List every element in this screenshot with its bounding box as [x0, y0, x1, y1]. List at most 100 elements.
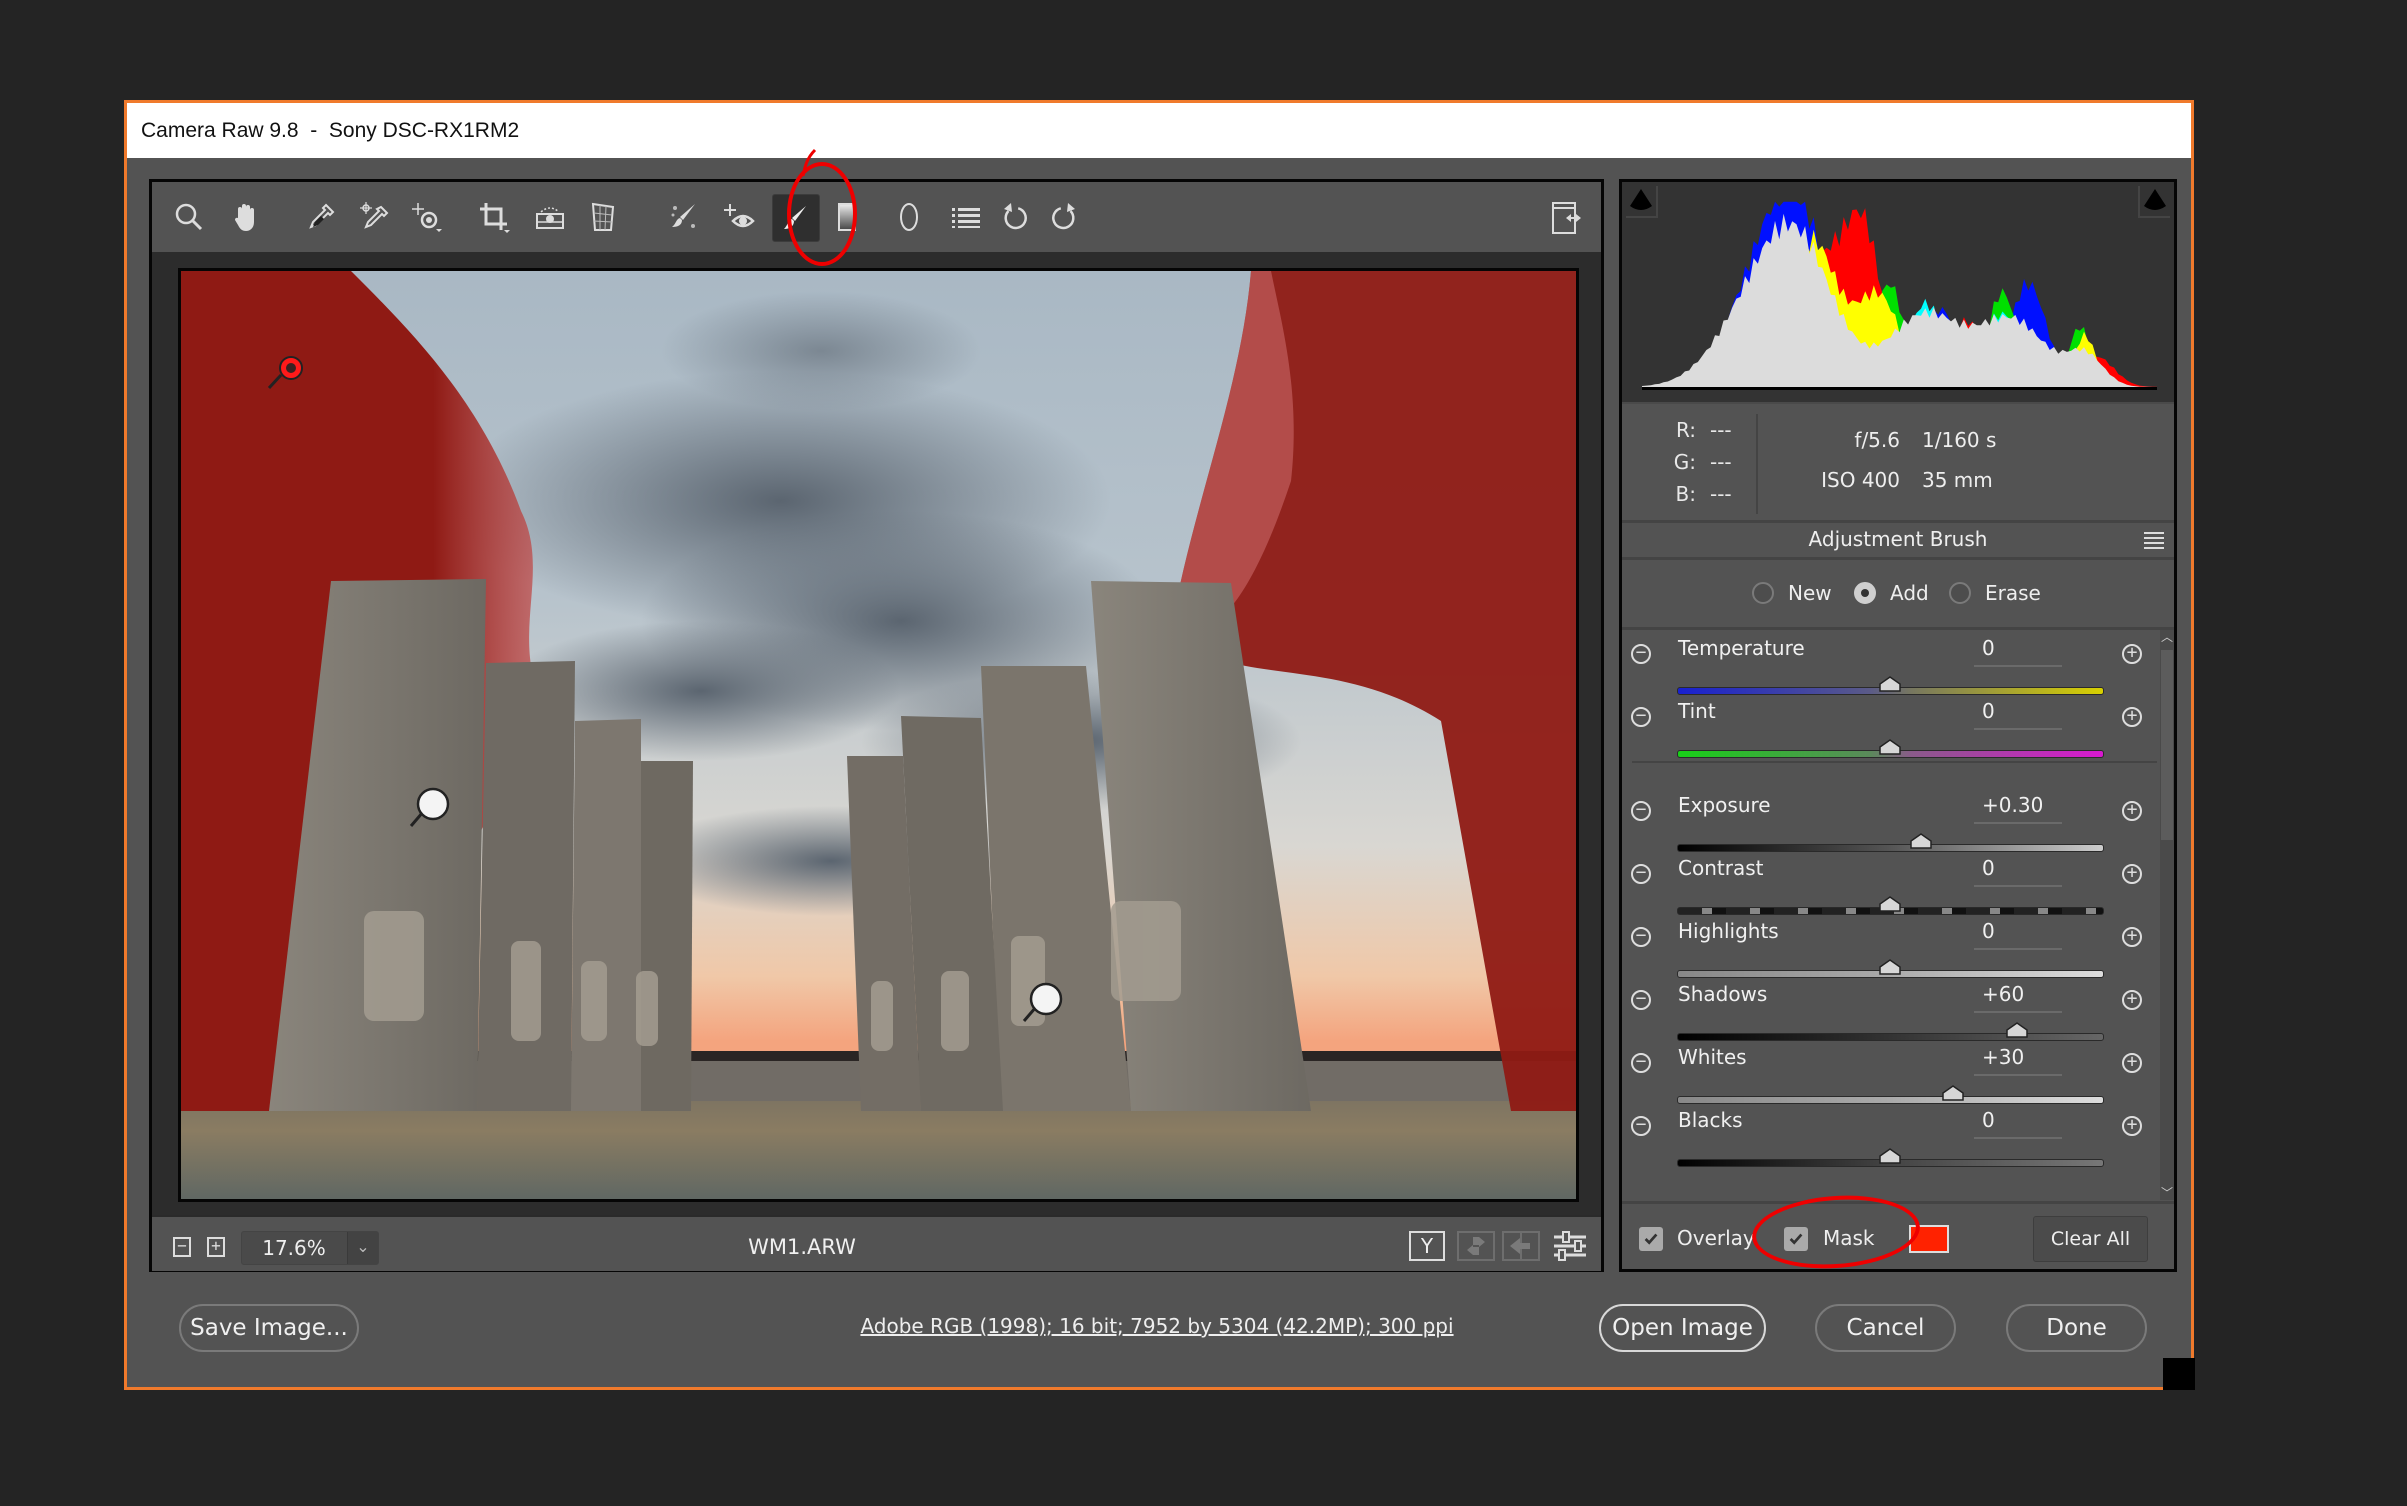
- sliders-scrollbar[interactable]: ︿ ﹀: [2160, 630, 2174, 1200]
- right-panel: R: --- G: --- B: --- f/5.6 1/160 s ISO 400 …: [1619, 179, 2177, 1272]
- red-readout: R: ---: [1675, 418, 1732, 442]
- slider-thumb[interactable]: [1878, 739, 1901, 755]
- view-toggle-label: Y: [1420, 1234, 1434, 1258]
- graduated-filter-tool-button[interactable]: [824, 194, 870, 240]
- readout-divider: [1756, 414, 1758, 514]
- chevron-up-icon[interactable]: ︿: [2160, 630, 2174, 644]
- adjustment-sliders: − Temperature 0 + − Tint 0 + − Exposure +0.30 + − Con…: [1622, 630, 2162, 1200]
- preview-settings-button[interactable]: [1552, 1231, 1588, 1261]
- copy-current-to-before-button[interactable]: [1502, 1231, 1540, 1261]
- arrow-left-icon: [1510, 1233, 1530, 1259]
- plus-icon[interactable]: +: [2122, 1053, 2142, 1073]
- hand-tool-button[interactable]: [223, 194, 269, 240]
- mask-color-swatch[interactable]: [1909, 1225, 1949, 1253]
- crop-icon: [480, 203, 510, 233]
- radio-indicator: [1949, 582, 1971, 604]
- histogram-baseline: [1642, 387, 2157, 390]
- slider-thumb[interactable]: [1878, 896, 1901, 912]
- zoom-out-button[interactable]: −: [173, 1237, 191, 1257]
- slider-label: Shadows: [1678, 982, 1768, 1006]
- minus-icon[interactable]: −: [1631, 1116, 1651, 1136]
- chevron-down-icon[interactable]: ﹀: [2160, 1186, 2174, 1200]
- brush-icon: [784, 206, 806, 229]
- minus-icon[interactable]: −: [1631, 644, 1651, 664]
- plus-icon[interactable]: +: [2122, 990, 2142, 1010]
- spot-brush-icon: [671, 204, 695, 228]
- rotate-left-button[interactable]: [992, 194, 1038, 240]
- spot-removal-tool-button[interactable]: [661, 194, 707, 240]
- adjustment-brush-tool-button[interactable]: [772, 194, 820, 242]
- minus-icon[interactable]: −: [1631, 927, 1651, 947]
- before-after-view-toggle[interactable]: Y: [1409, 1231, 1445, 1261]
- straighten-tool-button[interactable]: [527, 194, 573, 240]
- zoom-in-button[interactable]: +: [207, 1237, 225, 1257]
- transform-tool-button[interactable]: [580, 194, 626, 240]
- slider-label: Contrast: [1678, 856, 1764, 880]
- sliders-icon: [1554, 1231, 1586, 1261]
- camera-model: Sony DSC-RX1RM2: [328, 119, 520, 142]
- radial-filter-tool-button[interactable]: [886, 194, 932, 240]
- minus-icon[interactable]: −: [1631, 864, 1651, 884]
- slider-highlights: − Highlights 0 +: [1622, 913, 2162, 978]
- scrollbar-thumb[interactable]: [2161, 650, 2173, 840]
- mode-new-radio[interactable]: New: [1752, 581, 1832, 605]
- plus-icon[interactable]: +: [2122, 801, 2142, 821]
- slider-value-field[interactable]: 0: [1974, 699, 2062, 730]
- mode-add-radio[interactable]: Add: [1854, 581, 1929, 605]
- camera-raw-dialog: Camera Raw 9.8 - Sony DSC-RX1RM2 − + 17.…: [124, 100, 2195, 1390]
- app-title: Camera Raw 9.8: [141, 119, 299, 142]
- crop-tool-button[interactable]: [471, 194, 517, 240]
- workflow-options-link[interactable]: Adobe RGB (1998); 16 bit; 7952 by 5304 (…: [797, 1314, 1517, 1338]
- red-eye-icon: [724, 204, 755, 228]
- open-image-button[interactable]: Open Image: [1599, 1304, 1766, 1352]
- slider-thumb[interactable]: [1942, 1085, 1964, 1101]
- targeted-adjustment-tool-button[interactable]: [403, 194, 449, 240]
- done-button[interactable]: Done: [2006, 1304, 2147, 1352]
- mode-erase-radio[interactable]: Erase: [1949, 581, 2041, 605]
- swap-arrows-icon: [1467, 1237, 1485, 1255]
- white-balance-tool-button[interactable]: [298, 194, 344, 240]
- slider-value-field[interactable]: 0: [1974, 636, 2062, 667]
- slider-value-field[interactable]: +0.30: [1974, 793, 2062, 824]
- slider-thumb[interactable]: [1878, 1148, 1901, 1164]
- panel-menu-icon[interactable]: [2144, 532, 2164, 549]
- slider-thumb[interactable]: [1878, 676, 1901, 692]
- slider-thumb[interactable]: [1878, 959, 1901, 975]
- slider-thumb[interactable]: [2006, 1022, 2028, 1038]
- plus-icon[interactable]: +: [2122, 707, 2142, 727]
- slider-thumb[interactable]: [1910, 833, 1933, 849]
- mask-label: Mask: [1823, 1226, 1875, 1250]
- readout-panel: R: --- G: --- B: --- f/5.6 1/160 s ISO 400 …: [1622, 404, 2174, 523]
- chevron-down-icon[interactable]: ⌄: [347, 1232, 378, 1264]
- save-image-button[interactable]: Save Image...: [179, 1304, 359, 1352]
- zoom-tool-button[interactable]: [166, 194, 212, 240]
- resize-handle[interactable]: [2163, 1358, 2195, 1390]
- slider-value-field[interactable]: 0: [1974, 856, 2062, 887]
- plus-icon[interactable]: +: [2122, 1116, 2142, 1136]
- toggle-fullscreen-icon: [1552, 202, 1581, 234]
- minus-icon[interactable]: −: [1631, 990, 1651, 1010]
- color-sampler-tool-button[interactable]: [351, 194, 397, 240]
- clear-all-button[interactable]: Clear All: [2033, 1216, 2148, 1262]
- toggle-fullscreen-button[interactable]: [1543, 194, 1589, 240]
- minus-icon[interactable]: −: [1631, 1053, 1651, 1073]
- slider-value-field[interactable]: 0: [1974, 919, 2062, 950]
- mask-checkbox[interactable]: [1784, 1227, 1808, 1251]
- slider-value-field[interactable]: +60: [1974, 982, 2062, 1013]
- plus-icon[interactable]: +: [2122, 864, 2142, 884]
- minus-icon[interactable]: −: [1631, 707, 1651, 727]
- swap-before-after-button[interactable]: [1457, 1231, 1495, 1261]
- red-eye-tool-button[interactable]: [715, 194, 761, 240]
- cancel-button[interactable]: Cancel: [1815, 1304, 1956, 1352]
- rotate-right-button[interactable]: [1041, 194, 1087, 240]
- panel-header: Adjustment Brush: [1622, 522, 2174, 560]
- minus-icon[interactable]: −: [1631, 801, 1651, 821]
- slider-value-field[interactable]: 0: [1974, 1108, 2062, 1139]
- zoom-level-select[interactable]: 17.6% ⌄: [241, 1231, 379, 1265]
- image-preview[interactable]: [178, 268, 1579, 1202]
- preferences-tool-button[interactable]: [942, 194, 988, 240]
- overlay-checkbox[interactable]: [1639, 1227, 1663, 1251]
- slider-value-field[interactable]: +30: [1974, 1045, 2062, 1076]
- plus-icon[interactable]: +: [2122, 927, 2142, 947]
- plus-icon[interactable]: +: [2122, 644, 2142, 664]
